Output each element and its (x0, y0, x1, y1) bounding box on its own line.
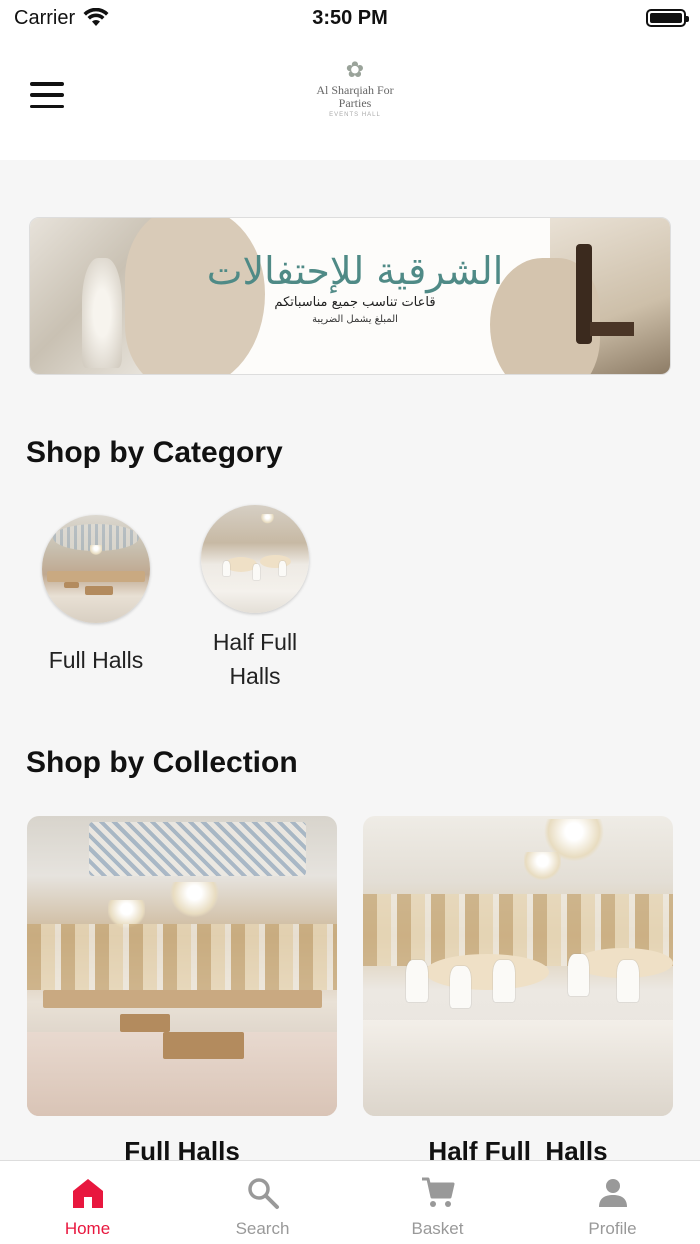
status-left: Carrier (14, 7, 109, 30)
category-label: Full Halls (48, 647, 144, 673)
banner-title: الشرقية للإحتفالات (206, 249, 504, 293)
banner-vase-image (82, 258, 122, 368)
collection-image (363, 816, 673, 1116)
tab-label: Home (64, 1219, 111, 1238)
tab-profile[interactable]: Profile (525, 1161, 700, 1244)
category-section-title: Shop by Category (26, 436, 283, 469)
person-icon (598, 1179, 627, 1207)
carrier-label: Carrier (14, 6, 76, 29)
menu-bar (30, 82, 64, 86)
tab-basket[interactable]: Basket (350, 1161, 525, 1244)
collection-card-full-halls[interactable]: Full Halls (27, 816, 337, 1167)
status-bar: Carrier 3:50 PM (0, 0, 700, 36)
wifi-icon (83, 8, 109, 26)
banner-table-image (590, 322, 634, 336)
category-half-full-halls[interactable]: Half Full Halls (185, 505, 325, 693)
tab-label: Basket (411, 1219, 464, 1238)
logo-line-3: EVENTS HALL (329, 112, 381, 118)
brand-logo: ✿ Al Sharqiah For Parties EVENTS HALL (310, 56, 400, 130)
bottom-tab-bar: Home Search Basket Profile (0, 1160, 700, 1244)
banner-text: الشرقية للإحتفالات قاعات تناسب جميع مناس… (180, 218, 530, 374)
search-icon (247, 1178, 279, 1209)
banner-subtitle: قاعات تناسب جميع مناسباتكم (274, 295, 436, 310)
battery-icon (646, 9, 689, 27)
tab-label: Profile (588, 1219, 637, 1238)
collection-card-half-full-halls[interactable]: Half Full Halls (363, 816, 673, 1167)
home-icon (72, 1179, 103, 1208)
app-header: ✿ Al Sharqiah For Parties EVENTS HALL (0, 36, 700, 160)
collection-section-title: Shop by Collection (26, 746, 298, 779)
tab-label: Search (235, 1219, 290, 1238)
collection-image (27, 816, 337, 1116)
tab-home[interactable]: Home (0, 1161, 175, 1244)
category-image (201, 505, 309, 613)
menu-bar (30, 104, 64, 108)
category-label: Half Full Halls (212, 629, 298, 689)
banner-note: المبلغ يشمل الضريبة (312, 314, 398, 325)
logo-line-2: Parties (338, 96, 372, 110)
category-full-halls[interactable]: Full Halls (26, 515, 166, 677)
menu-bar (30, 93, 64, 97)
promo-banner[interactable]: الشرقية للإحتفالات قاعات تناسب جميع مناس… (29, 217, 671, 375)
category-image (42, 515, 150, 623)
cart-icon (421, 1177, 454, 1207)
menu-button[interactable] (30, 82, 64, 108)
tab-search[interactable]: Search (175, 1161, 350, 1244)
flower-icon: ✿ (345, 57, 365, 82)
